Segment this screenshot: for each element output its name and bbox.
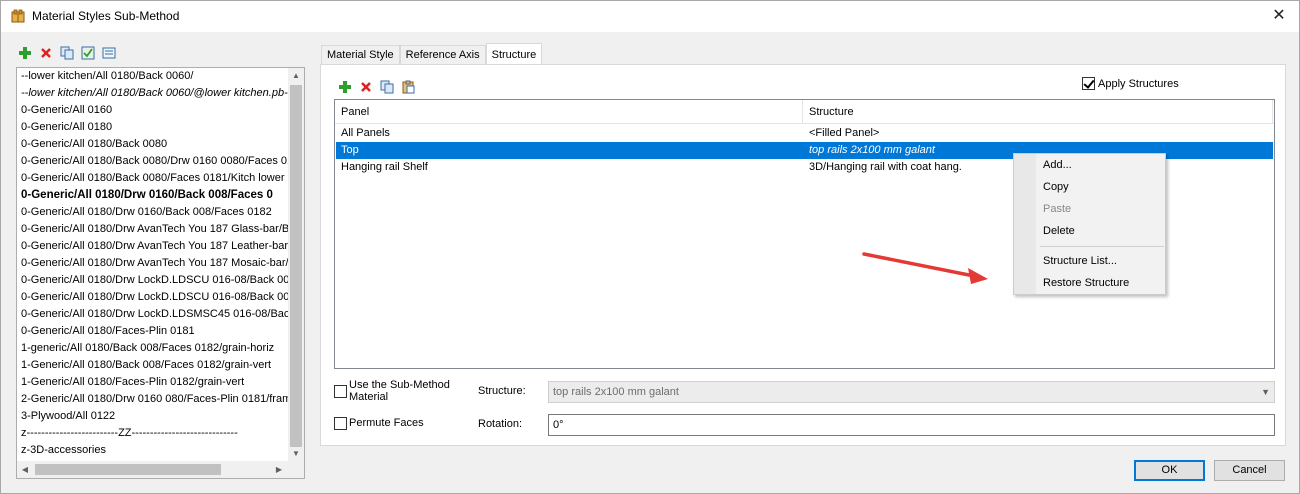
delete-icon[interactable]: [358, 79, 374, 95]
rotation-input[interactable]: 0°: [548, 414, 1275, 436]
scroll-up-icon[interactable]: ▲: [288, 68, 304, 84]
permute-faces-check[interactable]: [334, 417, 347, 430]
scroll-left-icon[interactable]: ◀: [17, 461, 33, 478]
menu-item-paste: Paste: [1043, 203, 1072, 215]
list-item[interactable]: 2-Generic/All 0180/Drw 0160 080/Faces-Pl…: [17, 391, 289, 408]
cancel-button[interactable]: Cancel: [1214, 460, 1285, 481]
material-styles-icon: [11, 9, 25, 23]
column-header-panel[interactable]: Panel: [335, 100, 803, 124]
material-styles-dialog: Material Styles Sub-Method ✕ --lower kit…: [0, 0, 1300, 494]
add-icon[interactable]: [337, 79, 353, 95]
list-item[interactable]: 3-Plywood/All 0122: [17, 408, 289, 425]
menu-item-add[interactable]: Add...: [1043, 155, 1072, 175]
material-style-list[interactable]: --lower kitchen/All 0180/Back 0060/--low…: [16, 67, 305, 479]
list-item[interactable]: 1-Generic/All 0180/Back 008/Faces 0182/g…: [17, 357, 289, 374]
menu-item-copy[interactable]: Copy: [1043, 177, 1069, 197]
use-sub-method-check[interactable]: [334, 385, 347, 398]
structure-field-label: Structure:: [478, 385, 526, 397]
list-item[interactable]: 0-Generic/All 0180: [17, 119, 289, 136]
list-item[interactable]: 0-Generic/All 0180/Drw LockD.LDSMSC45 01…: [17, 306, 289, 323]
paste-icon[interactable]: [400, 79, 416, 95]
list-item[interactable]: 0-Generic/All 0180/Drw AvanTech You 187 …: [17, 255, 289, 272]
list-item[interactable]: 1-generic/All 0180/Back 008/Faces 0182/g…: [17, 340, 289, 357]
list-item[interactable]: 0-Generic/All 0180/Back 0080/Drw 0160 00…: [17, 153, 289, 170]
tab-material-style[interactable]: Material Style: [321, 45, 400, 66]
ok-button[interactable]: OK: [1134, 460, 1205, 481]
add-icon[interactable]: [17, 45, 33, 61]
column-header-structure[interactable]: Structure: [803, 100, 1273, 124]
tab-strip: Material Style Reference Axis Structure: [321, 43, 543, 66]
list-item[interactable]: 1-Generic/All 0180/Faces-Plin 0182/grain…: [17, 374, 289, 391]
tab-structure[interactable]: Structure: [485, 43, 543, 66]
list-item[interactable]: 0-Generic/All 0180/Drw LockD.LDSCU 016-0…: [17, 289, 289, 306]
menu-separator: [1040, 246, 1164, 247]
list-item[interactable]: 0-Generic/All 0180/Drw 0160/Back 008/Fac…: [17, 204, 289, 221]
list-item[interactable]: z-------------------------ZZ------------…: [17, 425, 289, 442]
apply-structures-check[interactable]: [1082, 77, 1095, 90]
cell-structure: 3D/Hanging rail with coat hang.: [809, 161, 962, 173]
copy-icon[interactable]: [379, 79, 395, 95]
list-item[interactable]: 0-Generic/All 0180/Faces-Plin 0181: [17, 323, 289, 340]
scroll-down-icon[interactable]: ▼: [288, 446, 304, 462]
apply-structures-label: Apply Structures: [1098, 77, 1179, 90]
annotation-arrow-icon: [862, 252, 988, 284]
tab-reference-axis[interactable]: Reference Axis: [399, 45, 486, 66]
structure-toolbar: [337, 79, 416, 95]
horizontal-scroll-thumb[interactable]: [35, 464, 221, 475]
vertical-scrollbar[interactable]: ▲ ▼: [288, 68, 304, 462]
cell-panel: All Panels: [341, 127, 390, 139]
list-item[interactable]: 0-Generic/All 0180/Drw 0160/Back 008/Fac…: [17, 187, 289, 204]
apply-structures-checkbox[interactable]: Apply Structures: [1082, 77, 1179, 90]
cell-structure: top rails 2x100 mm galant: [809, 144, 935, 156]
menu-gutter: [1014, 154, 1036, 294]
cell-panel: Top: [341, 144, 359, 156]
horizontal-scrollbar[interactable]: ◀ ▶: [17, 461, 304, 478]
properties-icon[interactable]: [80, 45, 96, 61]
list-item[interactable]: 0-Generic/All 0180/Back 0080/Faces 0181/…: [17, 170, 289, 187]
list-item[interactable]: z-3D-accessories: [17, 442, 289, 459]
use-sub-method-label: Use the Sub-Method Material: [349, 379, 450, 403]
list-item[interactable]: 0-Generic/All 0160: [17, 102, 289, 119]
list-item[interactable]: 0-Generic/All 0180/Drw AvanTech You 187 …: [17, 221, 289, 238]
rotation-field-label: Rotation:: [478, 418, 523, 430]
scroll-right-icon[interactable]: ▶: [271, 461, 287, 478]
list-item[interactable]: 0-Generic/All 0180/Back 0080: [17, 136, 289, 153]
chevron-down-icon[interactable]: ▼: [1261, 382, 1270, 402]
copy-icon[interactable]: [59, 45, 75, 61]
menu-item-restore-structure[interactable]: Restore Structure: [1043, 273, 1129, 293]
list-item[interactable]: --lower kitchen/All 0180/Back 0060/@lowe…: [17, 85, 289, 102]
list-item[interactable]: --lower kitchen/All 0180/Back 0060/: [17, 68, 289, 85]
cell-panel: Hanging rail Shelf: [341, 161, 428, 173]
table-row[interactable]: All Panels <Filled Panel>: [336, 125, 1273, 142]
context-menu: Add... Copy Paste Delete Structure List.…: [1013, 153, 1166, 295]
structure-select-value: top rails 2x100 mm galant: [553, 386, 679, 398]
cell-structure: <Filled Panel>: [809, 127, 880, 139]
menu-item-delete[interactable]: Delete: [1043, 221, 1075, 241]
structure-select[interactable]: top rails 2x100 mm galant ▼: [548, 381, 1275, 403]
delete-icon[interactable]: [38, 45, 54, 61]
list-toolbar: [17, 45, 117, 63]
window-title: Material Styles Sub-Method: [32, 9, 180, 23]
menu-item-structure-list[interactable]: Structure List...: [1043, 251, 1117, 271]
grid-header: Panel Structure: [335, 100, 1274, 124]
list-icon[interactable]: [101, 45, 117, 61]
close-icon[interactable]: ✕: [1269, 6, 1289, 26]
material-style-list-items: --lower kitchen/All 0180/Back 0060/--low…: [17, 68, 289, 462]
vertical-scroll-thumb[interactable]: [290, 85, 302, 447]
permute-faces-label: Permute Faces: [349, 417, 424, 429]
title-bar: Material Styles Sub-Method ✕: [1, 1, 1299, 32]
list-item[interactable]: 0-Generic/All 0180/Drw AvanTech You 187 …: [17, 238, 289, 255]
list-item[interactable]: 0-Generic/All 0180/Drw LockD.LDSCU 016-0…: [17, 272, 289, 289]
